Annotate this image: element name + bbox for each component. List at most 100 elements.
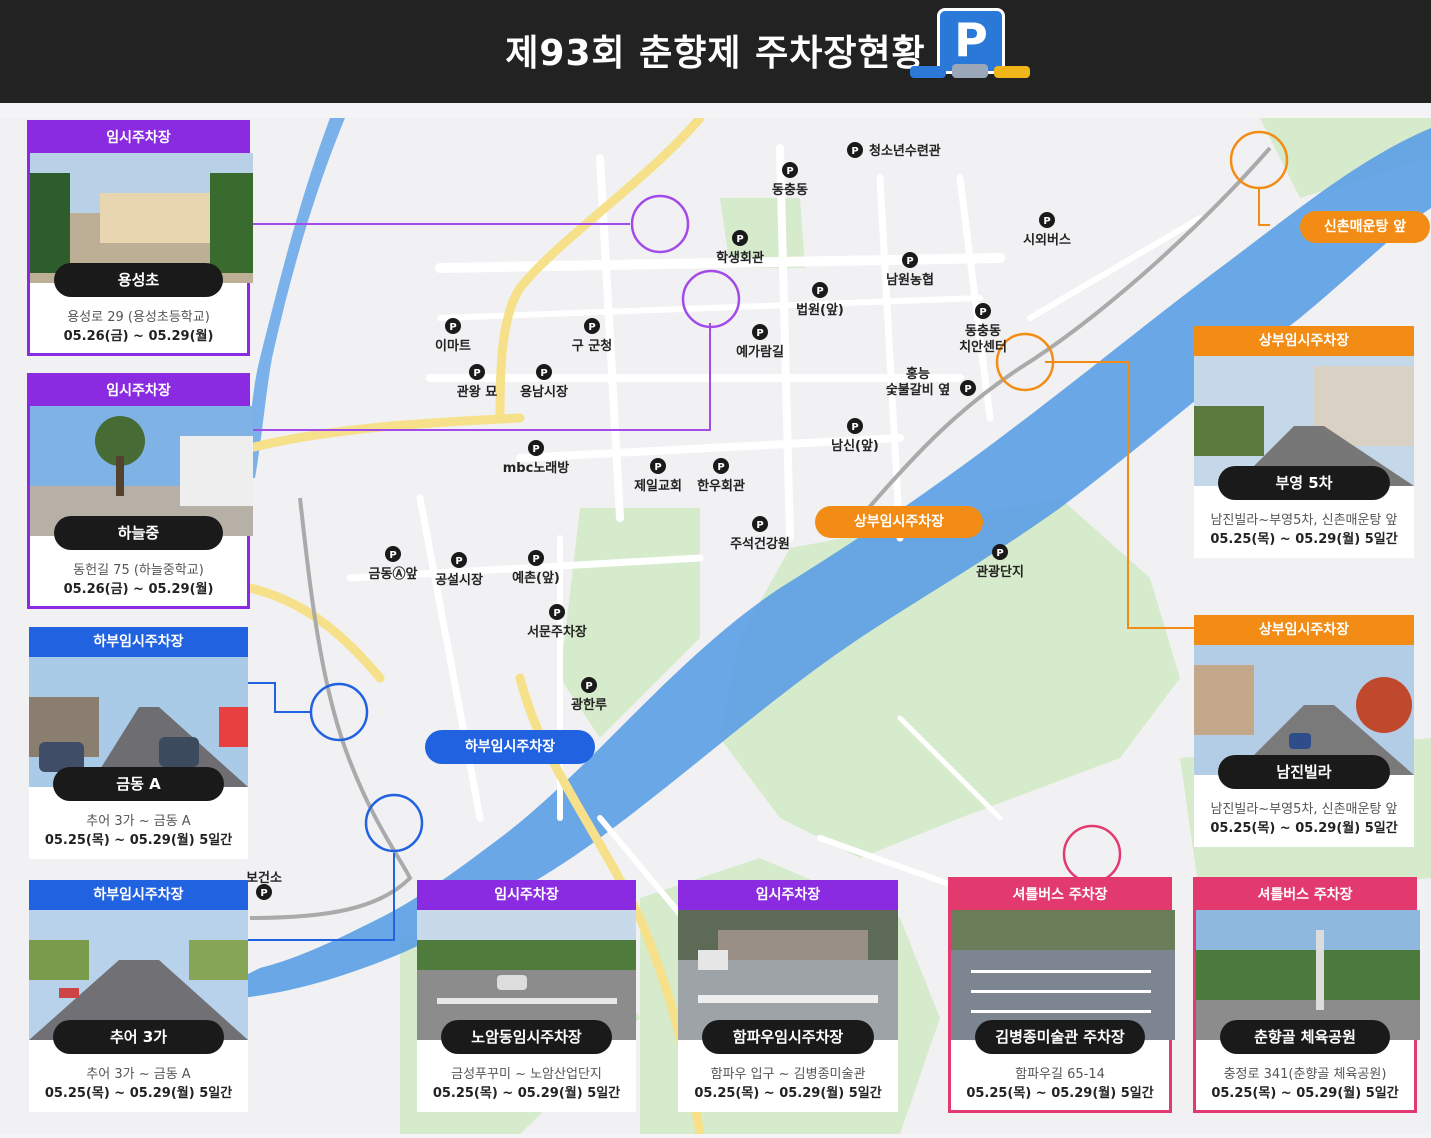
parking-location-label: 청소년수련관 (869, 143, 941, 159)
card-chueo-3ga[interactable]: 하부임시주차장 추어 3가 추어 3가 ~ 금동 A 05.25(목) ~ 05… (29, 880, 248, 1112)
card-head: 임시주차장 (30, 123, 247, 153)
parking-location-label: 남원농협 (886, 272, 934, 288)
parking-location-label: 제일교회 (634, 478, 682, 494)
card-name: 용성초 (54, 263, 223, 297)
left-stream (245, 118, 345, 478)
card-dates: 05.26(금) ~ 05.29(월) (63, 582, 214, 597)
parking-location-label: 한우회관 (697, 478, 745, 494)
parking-marker-letter: P (473, 368, 480, 379)
lower-parking-tag: 하부임시주차장 (425, 730, 595, 764)
parking-marker-letter: P (756, 520, 763, 531)
parking-marker-letter: P (756, 328, 763, 339)
card-name: 함파우임시주차장 (702, 1020, 874, 1054)
card-dates: 05.25(목) ~ 05.29(월) 5일간 (44, 1086, 233, 1101)
parking-marker-letter: P (540, 368, 547, 379)
parking-location-label: 관왕 묘 (457, 384, 497, 400)
card-address: 추어 3가 ~ 금동 A (86, 1067, 191, 1082)
card-address: 함파우길 65-14 (1015, 1067, 1105, 1082)
parking-location-label: 서문주차장 (527, 624, 587, 640)
parking-marker-letter: P (996, 548, 1003, 559)
card-address: 남진빌라~부영5차, 신촌매운탕 앞 (1210, 513, 1398, 528)
parking-marker-letter: P (532, 554, 539, 565)
card-kimbyeongjong[interactable]: 셔틀버스 주차장 김병종미술관 주차장 함파우길 65-14 05.25(목) … (948, 877, 1175, 1113)
parking-marker-letter: P (816, 286, 823, 297)
card-dates: 05.25(목) ~ 05.29(월) 5일간 (1210, 821, 1398, 836)
card-address: 충정로 341(춘향골 체육공원) (1223, 1067, 1387, 1082)
card-dates: 05.25(목) ~ 05.29(월) 5일간 (1210, 532, 1398, 547)
card-head: 하부임시주차장 (29, 627, 248, 657)
card-yongseong[interactable]: 임시주차장 용성초 용성로 29 (용성초등학교) 05.26(금) ~ 05.… (27, 120, 253, 356)
card-head: 상부임시주차장 (1194, 326, 1414, 356)
parking-location-label: 시외버스 (1023, 232, 1071, 248)
card-address: 동헌길 75 (하늘중학교) (73, 563, 204, 578)
parking-marker-letter: P (532, 444, 539, 455)
upper-parking-tag: 상부임시주차장 (815, 506, 983, 538)
card-head: 하부임시주차장 (29, 880, 248, 910)
parking-location-label: 남신(앞) (831, 438, 879, 454)
parking-location-label: 공설시장 (435, 572, 483, 588)
card-buyeong5[interactable]: 상부임시주차장 부영 5차 남진빌라~부영5차, 신촌매운탕 앞 05.25(목… (1194, 326, 1414, 558)
card-geumdong-a[interactable]: 하부임시주차장 금동 A 추어 3가 ~ 금동 A 05.25(목) ~ 05.… (29, 627, 248, 859)
page-title: 제93회 춘향제 주차장현황 (505, 33, 926, 74)
parking-location-label: 광한루 (571, 697, 607, 713)
card-address: 함파우 입구 ~ 김병종미술관 (710, 1067, 866, 1082)
card-name: 남진빌라 (1218, 755, 1390, 789)
parking-marker-letter: P (736, 234, 743, 245)
parking-location-label: 용남시장 (520, 384, 568, 400)
card-name: 노암동임시주차장 (441, 1020, 612, 1054)
card-dates: 05.26(금) ~ 05.29(월) (63, 329, 214, 344)
card-name: 부영 5차 (1218, 466, 1390, 500)
parking-location-label: 구 군청 (572, 338, 612, 354)
card-hampau[interactable]: 임시주차장 함파우임시주차장 함파우 입구 ~ 김병종미술관 05.25(목) … (678, 880, 898, 1112)
card-name: 춘향골 체육공원 (1220, 1020, 1390, 1054)
parking-location-label: 금동Ⓐ앞 (369, 566, 418, 582)
card-dates: 05.25(목) ~ 05.29(월) 5일간 (44, 833, 233, 848)
parking-marker-letter: P (979, 307, 986, 318)
parking-marker-letter: P (964, 384, 971, 395)
card-head: 셔틀버스 주차장 (1196, 880, 1414, 910)
card-dates: 05.25(목) ~ 05.29(월) 5일간 (966, 1086, 1154, 1101)
card-noam[interactable]: 임시주차장 노암동임시주차장 금성푸꾸미 ~ 노암산업단지 05.25(목) ~… (417, 880, 636, 1112)
parking-marker-letter: P (1043, 216, 1050, 227)
sinchon-tag: 신촌매운탕 앞 (1300, 211, 1430, 243)
card-head: 임시주차장 (30, 376, 247, 406)
card-dates: 05.25(목) ~ 05.29(월) 5일간 (1211, 1086, 1399, 1101)
card-address: 금성푸꾸미 ~ 노암산업단지 (451, 1067, 602, 1082)
parking-location-label: mbc노래방 (503, 460, 569, 476)
parking-marker-letter: P (786, 166, 793, 177)
parking-marker-letter: P (389, 550, 396, 561)
parking-marker-letter: P (851, 422, 858, 433)
parking-location-label: 학생회관 (716, 250, 764, 266)
card-haneul[interactable]: 임시주차장 하늘중 동헌길 75 (하늘중학교) 05.26(금) ~ 05.2… (27, 373, 253, 609)
card-address: 추어 3가 ~ 금동 A (86, 814, 191, 829)
parking-location-label: 주석건강원 (730, 536, 790, 552)
parking-marker-letter: P (654, 462, 661, 473)
parking-location-label: 예촌(앞) (512, 570, 560, 586)
parking-marker-letter: P (260, 888, 267, 899)
parking-marker-letter: P (455, 556, 462, 567)
card-head: 상부임시주차장 (1194, 615, 1414, 645)
parking-marker-letter: P (717, 462, 724, 473)
header-bar: 제93회 춘향제 주차장현황 P (0, 0, 1431, 103)
card-head: 셔틀버스 주차장 (951, 880, 1169, 910)
parking-location-label: 보건소 (246, 870, 282, 886)
card-chunhyanggol[interactable]: 셔틀버스 주차장 춘향골 체육공원 충정로 341(춘향골 체육공원) 05.2… (1193, 877, 1420, 1113)
parking-marker-letter: P (906, 256, 913, 267)
cars-icon (910, 64, 1030, 78)
card-name: 김병종미술관 주차장 (975, 1020, 1145, 1054)
parking-marker-letter: P (449, 322, 456, 333)
parking-location-label: 동충동 (772, 182, 808, 198)
parking-marker-letter: P (585, 681, 592, 692)
card-head: 임시주차장 (417, 880, 636, 910)
parking-marker-letter: P (851, 146, 858, 157)
card-dates: 05.25(목) ~ 05.29(월) 5일간 (694, 1086, 882, 1101)
parking-marker-letter: P (588, 322, 595, 333)
card-name: 하늘중 (54, 516, 223, 550)
card-address: 남진빌라~부영5차, 신촌매운탕 앞 (1210, 802, 1398, 817)
card-name: 금동 A (53, 767, 224, 801)
parking-location-label: 관광단지 (976, 564, 1024, 580)
parking-location-label: 예가람길 (736, 344, 784, 360)
parking-marker-letter: P (553, 608, 560, 619)
parking-location-label: 법원(앞) (796, 302, 844, 318)
card-namjin-villa[interactable]: 상부임시주차장 남진빌라 남진빌라~부영5차, 신촌매운탕 앞 05.25(목)… (1194, 615, 1414, 847)
